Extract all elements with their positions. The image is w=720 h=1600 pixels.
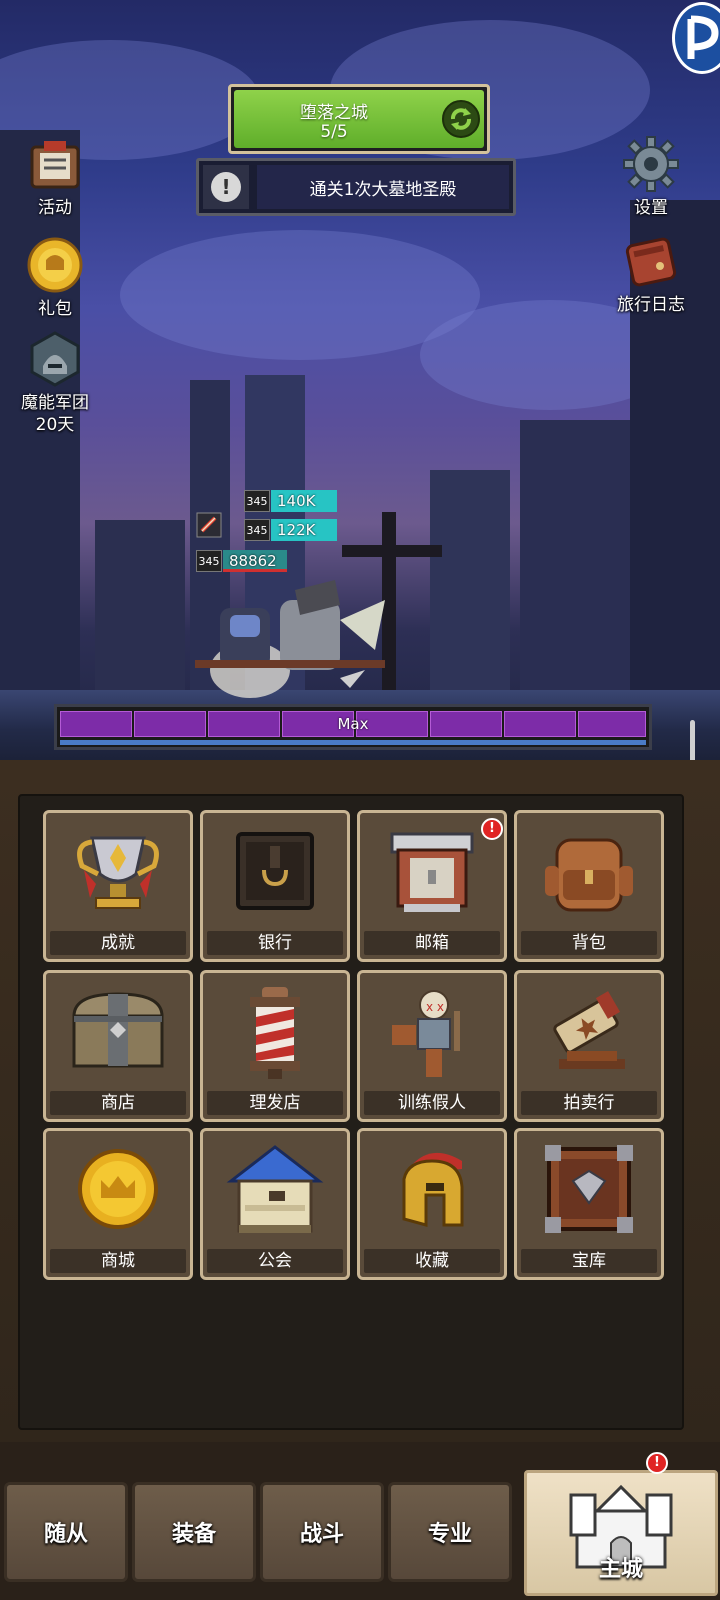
tile-shop[interactable]: 商店 xyxy=(43,970,193,1122)
stage-name: 堕落之城 xyxy=(300,103,368,123)
buff-scroll-icon xyxy=(196,512,222,538)
nav-main-city-label: 主城 xyxy=(598,1557,643,1582)
refresh-icon xyxy=(451,108,471,130)
nav-followers[interactable]: 随从 xyxy=(4,1482,128,1582)
shop-art xyxy=(46,973,190,1089)
house xyxy=(430,470,510,690)
refresh-stage-button[interactable] xyxy=(442,100,480,138)
tile-treasury[interactable]: 宝库 xyxy=(514,1128,664,1280)
bank-art xyxy=(203,813,347,929)
progress-subbar xyxy=(60,740,646,745)
tile-training-dummy[interactable]: x x 训练假人 xyxy=(357,970,507,1122)
quest-tracker[interactable]: ! 通关1次大墓地圣殿 xyxy=(196,158,516,216)
barber-pole-icon xyxy=(250,987,300,1079)
gear-icon xyxy=(623,136,679,192)
journal-icon xyxy=(625,237,677,287)
settings-button[interactable]: 设置 xyxy=(606,135,696,219)
tile-collection[interactable]: 收藏 xyxy=(357,1128,507,1280)
tile-label: 银行 xyxy=(207,931,343,955)
mailbox-icon xyxy=(390,832,474,912)
auction-house-art xyxy=(517,973,661,1089)
nav-main-city[interactable]: 主城 xyxy=(524,1470,718,1596)
backpack-art xyxy=(517,813,661,929)
tile-label: 成就 xyxy=(50,931,186,955)
journal-label: 旅行日志 xyxy=(617,295,685,315)
treasury-art xyxy=(517,1131,661,1247)
hero-party xyxy=(195,580,385,698)
quest-text: 通关1次大墓地圣殿 xyxy=(257,165,509,209)
tile-label: 拍卖行 xyxy=(521,1091,657,1115)
journal-button[interactable]: 旅行日志 xyxy=(606,232,696,316)
training-dummy-icon: x x xyxy=(392,990,460,1077)
tile-label: 邮箱 xyxy=(364,931,500,955)
main-city-notification-badge: ! xyxy=(646,1452,668,1474)
damage-value: 88862 xyxy=(223,550,287,572)
nav-battle[interactable]: 战斗 xyxy=(260,1482,384,1582)
gavel-icon xyxy=(553,991,625,1069)
trophy-art xyxy=(46,813,190,929)
exclamation-icon: ! xyxy=(211,172,241,202)
chest-icon xyxy=(72,992,164,1068)
tile-label: 训练假人 xyxy=(364,1091,500,1115)
collection-art xyxy=(360,1131,504,1247)
vault-safe-icon xyxy=(236,832,314,910)
gift-pack-label: 礼包 xyxy=(38,299,72,319)
nav-equipment[interactable]: 装备 xyxy=(132,1482,256,1582)
guild-house-icon xyxy=(226,1145,324,1233)
gift-pack-icon xyxy=(27,237,83,293)
tile-label: 收藏 xyxy=(364,1249,500,1273)
pagoda xyxy=(520,420,630,690)
stage-progress: 5/5 xyxy=(320,122,348,142)
event-button[interactable]: 活动 xyxy=(10,135,100,219)
tile-auction-house[interactable]: 拍卖行 xyxy=(514,970,664,1122)
damage-value: 122K xyxy=(271,519,337,541)
damage-level: 345 xyxy=(244,519,270,541)
treasury-crate-icon xyxy=(545,1145,633,1233)
nav-profession[interactable]: 专业 xyxy=(388,1482,512,1582)
spartan-helmet-icon xyxy=(402,1152,464,1227)
legion-helmet-icon xyxy=(30,331,80,387)
progress-label: Max xyxy=(337,715,369,733)
stage-banner: 堕落之城 5/5 xyxy=(234,90,484,148)
tile-label: 商店 xyxy=(50,1091,186,1115)
quest-alert: ! xyxy=(203,165,249,209)
legion-button[interactable]: 魔能军团 20天 xyxy=(10,330,100,436)
event-label: 活动 xyxy=(38,198,72,218)
svg-text:x x: x x xyxy=(426,1000,444,1014)
tile-label: 宝库 xyxy=(521,1249,657,1273)
damage-value: 140K xyxy=(271,490,337,512)
guild-art xyxy=(203,1131,347,1247)
cross-beam xyxy=(342,545,442,557)
settings-label: 设置 xyxy=(634,198,668,218)
tile-achievements[interactable]: 成就 xyxy=(43,810,193,962)
damage-level: 345 xyxy=(244,490,270,512)
tile-label: 公会 xyxy=(207,1249,343,1273)
gold-crown-coin-icon xyxy=(78,1149,158,1229)
wave-progress-bar: Max xyxy=(54,704,652,750)
tile-barbershop[interactable]: 理发店 xyxy=(200,970,350,1122)
event-board-icon xyxy=(30,141,80,189)
training-dummy-art: x x xyxy=(360,973,504,1089)
legion-label: 魔能军团 20天 xyxy=(21,393,89,435)
stage-panel: 堕落之城 5/5 xyxy=(228,84,490,154)
barbershop-art xyxy=(203,973,347,1089)
trophy-icon xyxy=(77,836,159,909)
tile-label: 商城 xyxy=(50,1249,186,1273)
gift-pack-button[interactable]: 礼包 xyxy=(10,236,100,320)
pin-icon xyxy=(687,15,719,59)
tile-label: 背包 xyxy=(521,931,657,955)
damage-level: 345 xyxy=(196,550,222,572)
house xyxy=(95,520,185,690)
tile-bank[interactable]: 银行 xyxy=(200,810,350,962)
tile-backpack[interactable]: 背包 xyxy=(514,810,664,962)
backpack-icon xyxy=(545,838,633,912)
tile-label: 理发店 xyxy=(207,1091,343,1115)
tile-guild[interactable]: 公会 xyxy=(200,1128,350,1280)
mailbox-notification-badge: ! xyxy=(481,818,503,840)
tile-mall[interactable]: 商城 xyxy=(43,1128,193,1280)
mall-art xyxy=(46,1131,190,1247)
